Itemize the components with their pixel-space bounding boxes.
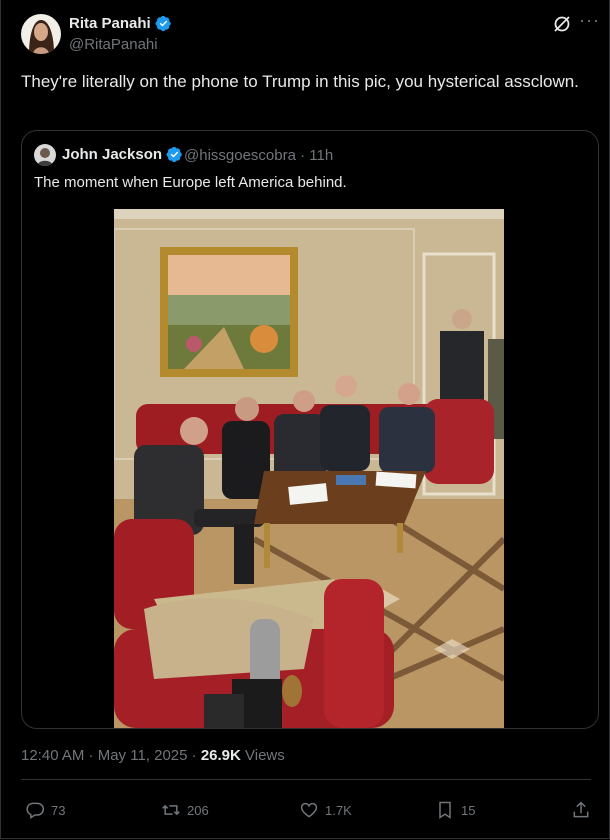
reply-icon	[26, 802, 45, 819]
quoted-text: The moment when Europe left America behi…	[34, 174, 347, 191]
meta-separator: ·	[300, 147, 310, 164]
share-icon	[573, 801, 589, 818]
bookmark-icon	[439, 801, 451, 819]
reply-button[interactable]: 73	[25, 800, 65, 820]
quoted-author-name-text[interactable]: John Jackson	[62, 146, 162, 163]
repost-icon	[162, 804, 180, 816]
heart-icon	[300, 802, 318, 818]
quoted-age[interactable]: 11h	[309, 147, 333, 164]
bookmark-button[interactable]: 15	[435, 800, 475, 820]
author-handle[interactable]: @RitaPanahi	[69, 36, 158, 53]
quoted-meta: @hissgoescobra · 11h	[184, 147, 333, 164]
quoted-author-avatar[interactable]	[34, 144, 56, 166]
reply-count: 73	[51, 802, 66, 818]
author-avatar[interactable]	[21, 14, 61, 54]
repost-count: 206	[187, 802, 209, 818]
author-name-text[interactable]: Rita Panahi	[69, 15, 151, 32]
author-name[interactable]: Rita Panahi	[69, 15, 172, 32]
grok-icon[interactable]	[552, 14, 572, 34]
verified-badge-icon	[166, 146, 182, 163]
like-button[interactable]: 1.7K	[299, 800, 352, 820]
divider	[21, 779, 591, 780]
quoted-author-name[interactable]: John Jackson	[62, 146, 183, 163]
views-label: Views	[240, 747, 285, 764]
views-count: 26.9K	[200, 747, 241, 764]
quoted-photo[interactable]	[114, 209, 504, 728]
timestamp[interactable]: 12:40 AM · May 11, 2025 ·	[21, 747, 201, 764]
verified-badge-icon	[155, 15, 171, 32]
more-options-icon[interactable]: ···	[579, 10, 600, 31]
bookmark-count: 15	[461, 802, 476, 818]
tweet-text: They're literally on the phone to Trump …	[21, 72, 579, 91]
repost-button[interactable]: 206	[161, 800, 209, 820]
tweet-container: Rita Panahi @RitaPanahi ··· They're lite…	[0, 0, 610, 839]
quoted-author-handle[interactable]: @hissgoescobra	[184, 147, 296, 164]
tweet-meta: 12:40 AM · May 11, 2025 · 26.9K Views	[21, 747, 285, 764]
like-count: 1.7K	[325, 802, 352, 818]
quoted-tweet[interactable]: John Jackson @hissgoescobra · 11h The mo…	[21, 130, 599, 729]
share-button[interactable]	[571, 800, 591, 820]
